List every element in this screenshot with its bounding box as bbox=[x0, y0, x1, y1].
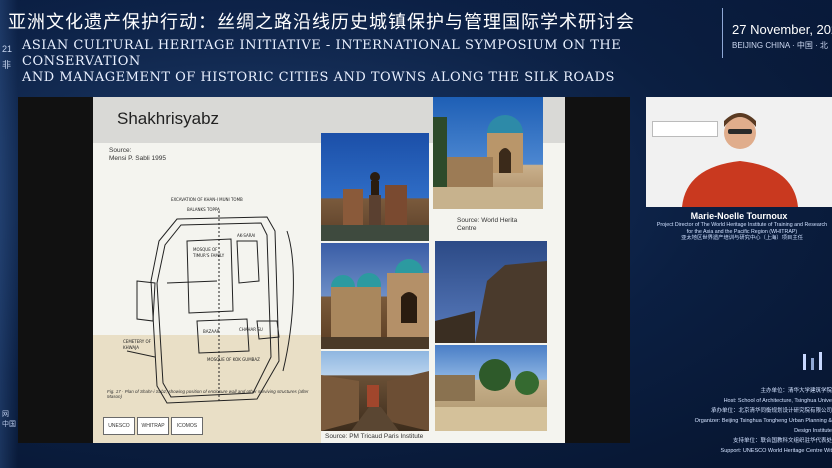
icomos-logo: ICOMOS bbox=[171, 417, 203, 435]
photo-old-street bbox=[321, 351, 429, 431]
speaker-role: Project Director of The World Heritage I… bbox=[652, 222, 832, 242]
bottom-left-text: 网 中国 bbox=[2, 410, 16, 430]
speaker-role-line3: 亚太地区世界遗产培训与研究中心（上海）项目主任 bbox=[681, 235, 803, 241]
map-source-value: Mensi P. Sabli 1995 bbox=[109, 155, 166, 162]
svg-text:CHAHAR SU: CHAHAR SU bbox=[239, 327, 263, 332]
unesco-logo: UNESCO bbox=[103, 417, 135, 435]
left-edge-number: 21 bbox=[2, 44, 13, 54]
left-edge-strip: 21 非 bbox=[0, 0, 18, 468]
bottom-left-line1: 网 bbox=[2, 411, 9, 418]
conference-date: 27 November, 202 bbox=[732, 22, 832, 37]
svg-text:AK-SARAI: AK-SARAI bbox=[237, 233, 255, 238]
photo-fortress-wall bbox=[435, 241, 547, 343]
svg-text:CEMETERY OF: CEMETERY OF bbox=[123, 339, 152, 344]
left-edge-text: 非 bbox=[2, 60, 12, 70]
presentation-slide: Shakhrisyabz Source: Mensi P. Sabli 1995… bbox=[93, 97, 565, 443]
map-source: Source: Mensi P. Sabli 1995 bbox=[109, 147, 166, 163]
whitrap-logo: WHITRAP bbox=[137, 417, 169, 435]
speaker-name: Marie-Noelle Tournoux bbox=[690, 211, 788, 221]
conference-title-cn: 亚洲文化遗产保护行动：丝绸之路沿线历史城镇保护与管理国际学术研讨会 bbox=[8, 12, 635, 33]
conference-location: BEIJING CHINA · 中国 · 北 bbox=[732, 41, 829, 50]
support-en: Support: UNESCO World Heritage Centre Wi… bbox=[720, 448, 832, 454]
slide-title: Shakhrisyabz bbox=[117, 109, 220, 128]
svg-text:BAZAAR: BAZAAR bbox=[203, 329, 220, 334]
organizer-host-en: Host: School of Architecture, Tsinghua U… bbox=[723, 398, 832, 404]
svg-text:KHWAJA: KHWAJA bbox=[123, 345, 139, 350]
conference-title-en-line2: AND MANAGEMENT OF HISTORIC CITIES AND TO… bbox=[22, 70, 615, 85]
speaker-video bbox=[646, 97, 832, 207]
organizer-host-cn: 主办单位：清华大学建筑学院 bbox=[760, 388, 832, 394]
photo-timur-statue bbox=[321, 133, 429, 241]
header-divider bbox=[722, 8, 723, 58]
conference-title-en-line1: ASIAN CULTURAL HERITAGE INITIATIVE - INT… bbox=[22, 38, 622, 69]
photo-domed-mausoleum bbox=[433, 97, 543, 209]
photo-source-whc: Source: World Herita Centre bbox=[457, 217, 517, 233]
support-cn: 支持单位：联合国教科文组织驻华代表处 bbox=[732, 438, 832, 444]
svg-text:EXCAVATION OF KHAN-I MUNI TOMB: EXCAVATION OF KHAN-I MUNI TOMB bbox=[171, 197, 243, 202]
slide-logos: UNESCO WHITRAP ICOMOS bbox=[103, 417, 203, 437]
map-source-label: Source: bbox=[109, 147, 132, 154]
decorative-bars bbox=[803, 352, 822, 370]
photo-blue-domes bbox=[321, 243, 429, 349]
speaker-role-line1: Project Director of The World Heritage I… bbox=[656, 222, 828, 228]
bottom-left-line2: 中国 bbox=[2, 421, 16, 428]
organizer-cn: 承办单位：北京清华同衡规划设计研究院有限公司 bbox=[710, 408, 832, 414]
conference-title-en: ASIAN CULTURAL HERITAGE INITIATIVE - INT… bbox=[22, 38, 712, 86]
map-caption: Fig. 17 · Plan of Shahr-i Sabz, showing … bbox=[107, 389, 309, 399]
svg-text:MOSQUE OF: MOSQUE OF bbox=[193, 247, 218, 252]
organizer-en: Organizer: Beijing Tsinghua Tongheng Urb… bbox=[694, 418, 832, 434]
organizers-block: 主办单位：清华大学建筑学院 Host: School of Architectu… bbox=[690, 386, 832, 456]
svg-text:TIMUR'S FAMILY: TIMUR'S FAMILY bbox=[192, 253, 225, 258]
photo-source-pm-tricaud: Source: PM Tricaud Paris Institute bbox=[325, 433, 424, 440]
photo-source-whc-value: Centre bbox=[457, 225, 477, 232]
photo-source-whc-label: Source: World Herita bbox=[457, 217, 518, 224]
svg-text:BALANKS TOPPA: BALANKS TOPPA bbox=[187, 207, 220, 212]
svg-text:MOSQUE OF KOK GUMBAZ: MOSQUE OF KOK GUMBAZ bbox=[207, 357, 260, 362]
photo-courtyard bbox=[435, 345, 547, 431]
